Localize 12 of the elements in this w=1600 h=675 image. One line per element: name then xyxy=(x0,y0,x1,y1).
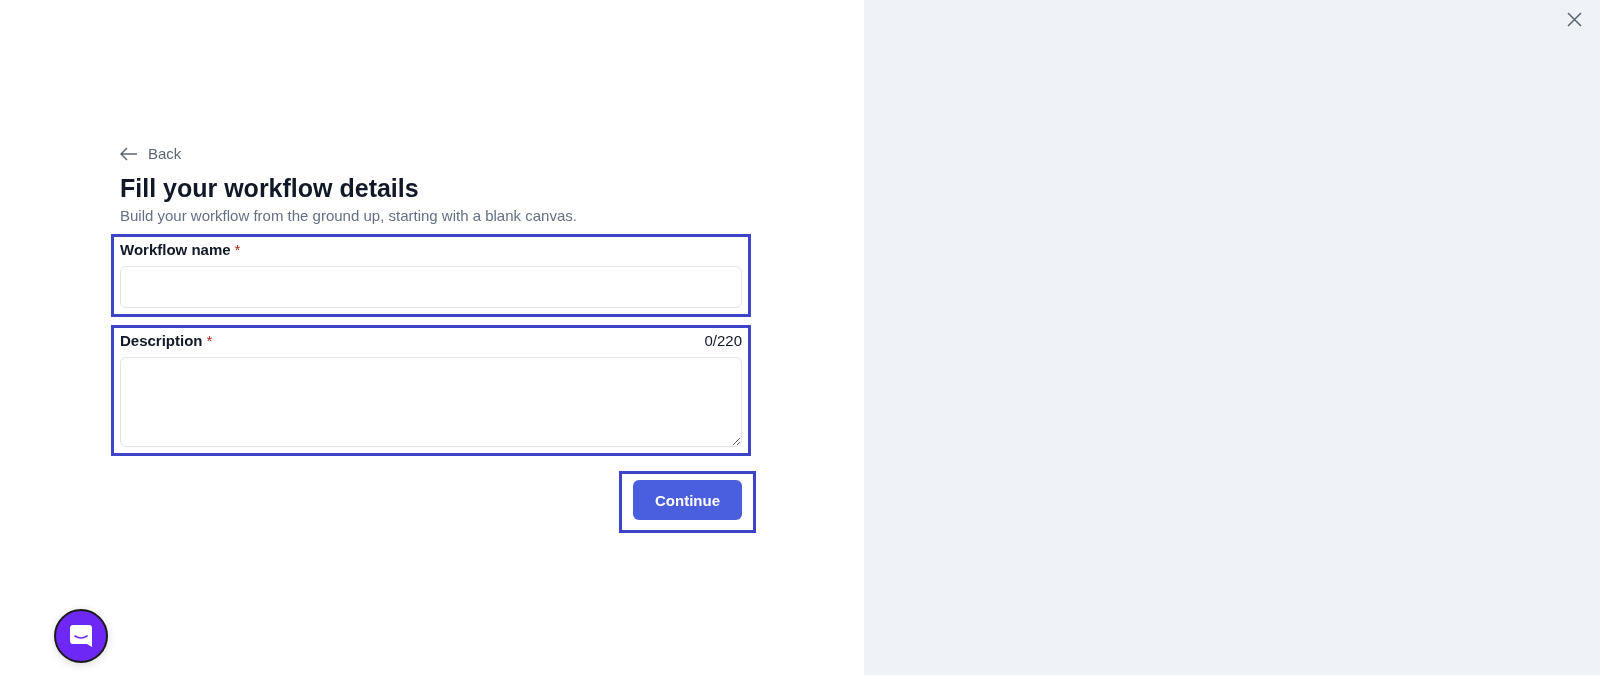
close-icon xyxy=(1567,12,1582,27)
close-button[interactable] xyxy=(1567,12,1582,27)
field-label: Description * xyxy=(120,332,213,349)
field-label: Workflow name * xyxy=(120,241,241,258)
back-arrow-icon xyxy=(120,146,138,161)
back-link[interactable]: Back xyxy=(120,145,182,162)
chat-icon xyxy=(69,624,93,648)
page-subtitle: Build your workflow from the ground up, starting with a blank canvas. xyxy=(120,207,578,224)
continue-button[interactable]: Continue xyxy=(633,480,742,520)
page-title: Fill your workflow details xyxy=(120,174,420,203)
name-input-field[interactable] xyxy=(120,266,742,308)
character-counter: 0/220 xyxy=(704,332,742,349)
